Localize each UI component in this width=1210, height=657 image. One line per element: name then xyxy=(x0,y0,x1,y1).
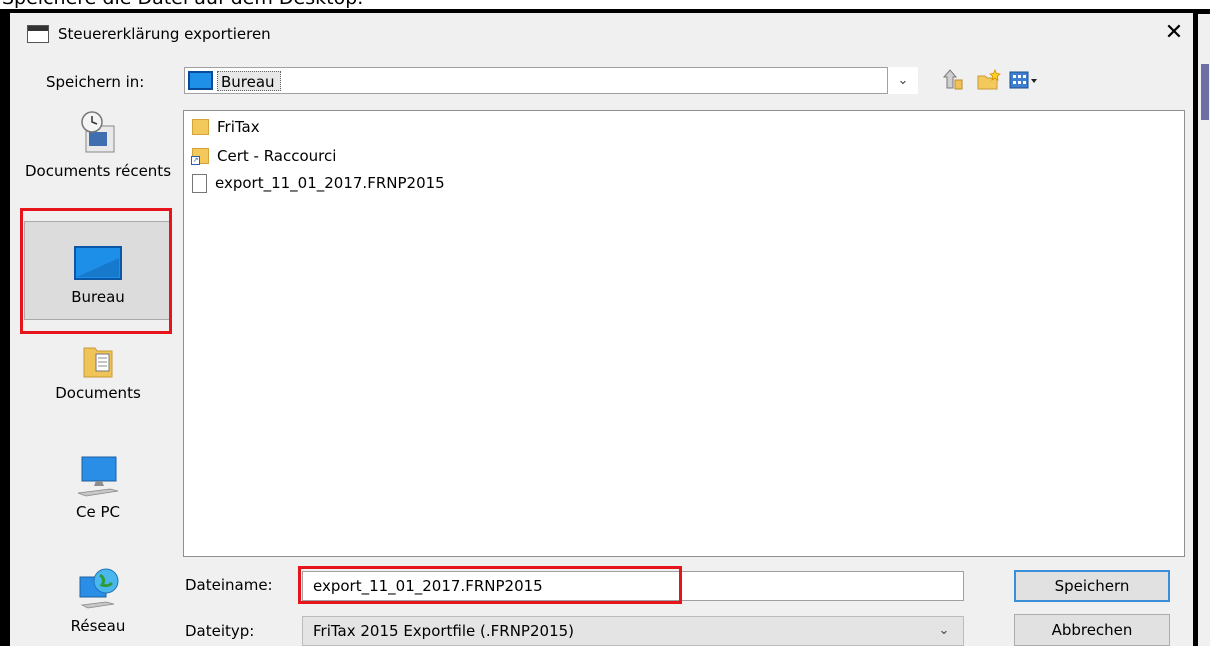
places-item-documents[interactable]: Documents xyxy=(24,344,172,424)
folder-icon xyxy=(192,119,209,135)
places-item-recent-documents[interactable]: Documents récents xyxy=(24,110,172,218)
view-menu-icon[interactable] xyxy=(1008,68,1040,92)
places-item-reseau[interactable]: Réseau xyxy=(24,567,172,657)
dialog-title: Steuererklärung exportieren xyxy=(58,25,271,43)
file-type-value: FriTax 2015 Exportfile (.FRNP2015) xyxy=(313,622,575,640)
desktop-icon xyxy=(188,71,213,90)
new-folder-icon[interactable] xyxy=(975,68,1003,92)
instruction-caption: Speichere die Datei auf dem Desktop. xyxy=(0,0,1210,9)
chevron-down-icon[interactable]: ⌄ xyxy=(932,619,956,643)
chevron-down-icon[interactable]: ⌄ xyxy=(887,67,918,94)
cancel-button[interactable]: Abbrechen xyxy=(1014,614,1170,646)
save-button[interactable]: Speichern xyxy=(1014,570,1170,602)
computer-icon xyxy=(74,453,122,497)
recent-documents-icon xyxy=(78,110,118,156)
list-item-cert-raccourci[interactable]: ↗ Cert - Raccourci xyxy=(191,144,337,168)
save-in-combobox[interactable] xyxy=(184,67,918,94)
places-label-documents: Documents xyxy=(55,384,141,402)
save-in-label: Speichern in: xyxy=(46,73,145,91)
file-name: Cert - Raccourci xyxy=(217,147,337,165)
file-list[interactable]: FriTax ↗ Cert - Raccourci export_11_01_2… xyxy=(183,110,1185,557)
file-name: export_11_01_2017.FRNP2015 xyxy=(215,174,445,192)
file-type-label: Dateityp: xyxy=(185,622,255,640)
file-name: FriTax xyxy=(217,118,260,136)
highlight-box-bureau xyxy=(20,208,172,334)
network-globe-icon xyxy=(74,567,122,611)
places-label-reseau: Réseau xyxy=(70,617,126,635)
up-folder-icon[interactable] xyxy=(942,68,965,92)
places-item-ce-pc[interactable]: Ce PC xyxy=(24,453,172,543)
documents-folder-icon xyxy=(83,344,113,378)
background-scrollbar-thumb[interactable] xyxy=(1201,64,1209,120)
file-name-label: Dateiname: xyxy=(185,576,273,594)
list-item-fritax[interactable]: FriTax xyxy=(192,115,260,139)
save-in-value: Bureau xyxy=(217,71,281,91)
places-bar: Documents récents Bureau Documents Ce PC… xyxy=(10,100,182,646)
places-label-ce-pc: Ce PC xyxy=(76,503,120,521)
close-button[interactable]: ✕ xyxy=(1160,18,1188,48)
file-icon xyxy=(192,173,207,193)
app-window-icon xyxy=(27,25,49,43)
black-frame-left xyxy=(0,9,10,646)
shortcut-arrow-icon: ↗ xyxy=(191,156,200,165)
folder-shortcut-icon: ↗ xyxy=(191,148,209,165)
places-label-recent: Documents récents xyxy=(24,162,172,180)
list-item-export-file[interactable]: export_11_01_2017.FRNP2015 xyxy=(192,171,445,195)
highlight-box-file-name xyxy=(298,566,682,604)
